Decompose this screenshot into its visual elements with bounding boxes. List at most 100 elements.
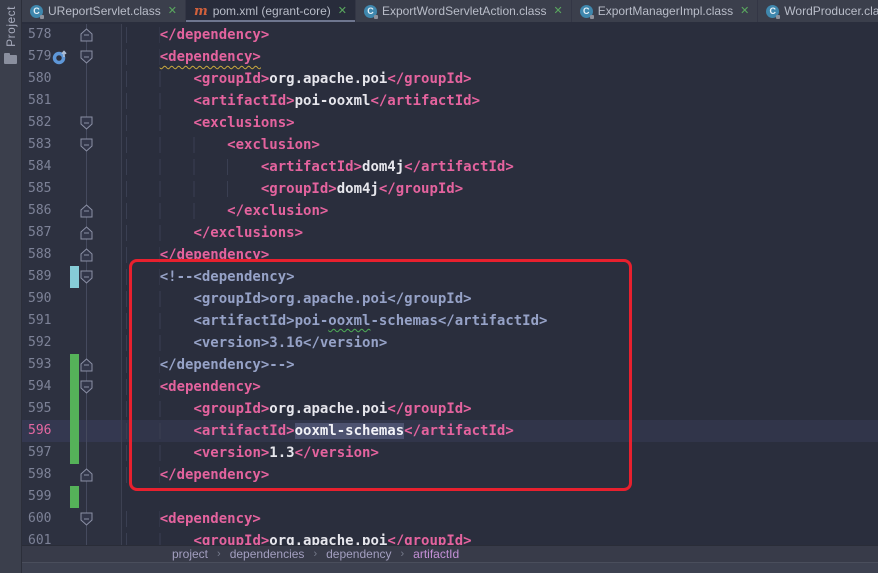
code-line: 593 </dependency>--> [22,354,878,376]
code-line-text[interactable]: <groupId>org.apache.poi</groupId> [122,68,878,90]
code-line-text[interactable]: <groupId>org.apache.poi</groupId> [122,530,878,545]
editor-gutter[interactable]: 598 [22,464,122,486]
editor-gutter[interactable]: 597 [22,442,122,464]
editor-gutter[interactable]: 600 [22,508,122,530]
tab-close-icon[interactable]: ✕ [740,6,749,17]
line-number: 586 [28,200,51,222]
code-line-text[interactable]: </dependency> [122,464,878,486]
project-tool-window-label[interactable]: Project [4,6,18,47]
vcs-change-marker[interactable] [70,354,79,376]
editor-gutter[interactable]: 592 [22,332,122,354]
indent-guides [126,71,193,87]
editor-gutter[interactable]: 583 [22,134,122,156]
vcs-change-marker[interactable] [70,266,79,288]
code-line-text[interactable]: <groupId>org.apache.poi</groupId> [122,288,878,310]
code-token: <artifactId> [261,159,362,175]
editor-gutter[interactable]: 586 [22,200,122,222]
code-line-text[interactable]: <artifactId>ooxml-schemas</artifactId> [122,420,878,442]
code-line-text[interactable] [122,486,878,508]
editor-gutter[interactable]: 596 [22,420,122,442]
fold-marker-icon[interactable] [80,468,93,482]
editor-gutter[interactable]: 591 [22,310,122,332]
code-token: </exclusion> [227,203,328,219]
editor-gutter[interactable]: 582 [22,112,122,134]
code-line-text[interactable]: </dependency> [122,244,878,266]
editor-tab-wordproducer-class[interactable]: CWordProducer.class [758,0,878,22]
editor-gutter[interactable]: 579 [22,46,122,68]
code-line-text[interactable]: </dependency> [122,24,878,46]
code-line-text[interactable]: </dependency>--> [122,354,878,376]
code-line-text[interactable]: <exclusions> [122,112,878,134]
editor-gutter[interactable]: 599 [22,486,122,508]
fold-marker-icon[interactable] [80,226,93,240]
fold-marker-icon[interactable] [80,116,93,130]
tab-close-icon[interactable]: ✕ [553,6,562,17]
editor-gutter[interactable]: 584 [22,156,122,178]
code-editor[interactable]: 578 </dependency>579 <dependency>580 <gr… [22,22,878,545]
breadcrumb-item-artifactid[interactable]: artifactId [413,547,459,561]
editor-gutter[interactable]: 601 [22,530,122,545]
editor-gutter[interactable]: 587 [22,222,122,244]
fold-marker-icon[interactable] [80,248,93,262]
editor-gutter[interactable]: 578 [22,24,122,46]
maven-plugin-icon[interactable] [52,49,68,65]
code-line-text[interactable]: <groupId>dom4j</groupId> [122,178,878,200]
tab-close-icon[interactable]: ✕ [168,6,177,17]
editor-gutter[interactable]: 588 [22,244,122,266]
breadcrumb-item-dependencies[interactable]: dependencies [230,547,305,561]
editor-gutter[interactable]: 594 [22,376,122,398]
breadcrumb-item-dependency[interactable]: dependency [326,547,391,561]
ide-window: Project CUReportServlet.class✕mpom.xml (… [0,0,878,573]
editor-gutter[interactable]: 585 [22,178,122,200]
editor-gutter[interactable]: 595 [22,398,122,420]
fold-marker-icon[interactable] [80,358,93,372]
fold-marker-icon[interactable] [80,270,93,284]
editor-gutter[interactable]: 580 [22,68,122,90]
code-line-text[interactable]: <dependency> [122,46,878,68]
code-line-text[interactable]: <artifactId>dom4j</artifactId> [122,156,878,178]
fold-marker-icon[interactable] [80,50,93,64]
fold-marker-icon[interactable] [80,380,93,394]
editor-gutter[interactable]: 593 [22,354,122,376]
code-line-text[interactable]: </exclusion> [122,200,878,222]
tab-label: ExportManagerImpl.class [598,4,733,18]
tool-window-bar[interactable]: Project [0,0,22,573]
tab-close-icon[interactable]: ✕ [338,6,347,17]
indent-guides [126,401,193,417]
editor-gutter[interactable]: 581 [22,90,122,112]
tab-label: ExportWordServletAction.class [382,4,547,18]
line-number: 587 [28,222,51,244]
code-line-text[interactable]: <groupId>org.apache.poi</groupId> [122,398,878,420]
editor-tab-pom-xml-egrant-core-[interactable]: mpom.xml (egrant-core)✕ [186,0,356,22]
vcs-change-marker[interactable] [70,486,79,508]
code-line-text[interactable]: <!--<dependency> [122,266,878,288]
code-line-text[interactable]: </exclusions> [122,222,878,244]
fold-marker-icon[interactable] [80,28,93,42]
code-token: </exclusions> [193,225,303,241]
vcs-change-marker[interactable] [70,442,79,464]
code-line-text[interactable]: <exclusion> [122,134,878,156]
code-line: 579 <dependency> [22,46,878,68]
code-line-text[interactable]: <version>3.16</version> [122,332,878,354]
breadcrumb-item-project[interactable]: project [172,547,208,561]
code-line: 583 <exclusion> [22,134,878,156]
vcs-change-marker[interactable] [70,398,79,420]
editor-tab-exportmanagerimpl-class[interactable]: CExportManagerImpl.class✕ [572,0,759,22]
code-line-text[interactable]: <artifactId>poi-ooxml</artifactId> [122,90,878,112]
fold-marker-icon[interactable] [80,512,93,526]
code-line-text[interactable]: <dependency> [122,376,878,398]
fold-marker-icon[interactable] [80,138,93,152]
code-line-text[interactable]: <artifactId>poi-ooxml-schemas</artifactI… [122,310,878,332]
code-line-text[interactable]: <version>1.3</version> [122,442,878,464]
line-number: 601 [28,530,51,545]
vcs-change-marker[interactable] [70,376,79,398]
fold-marker-icon[interactable] [80,204,93,218]
editor-gutter[interactable]: 589 [22,266,122,288]
code-line-text[interactable]: <dependency> [122,508,878,530]
code-token: <groupId> [261,181,337,197]
code-token: </dependency> [160,467,270,483]
editor-tab-ureportservlet-class[interactable]: CUReportServlet.class✕ [22,0,186,22]
vcs-change-marker[interactable] [70,420,79,442]
editor-gutter[interactable]: 590 [22,288,122,310]
editor-tab-exportwordservletaction-class[interactable]: CExportWordServletAction.class✕ [356,0,572,22]
